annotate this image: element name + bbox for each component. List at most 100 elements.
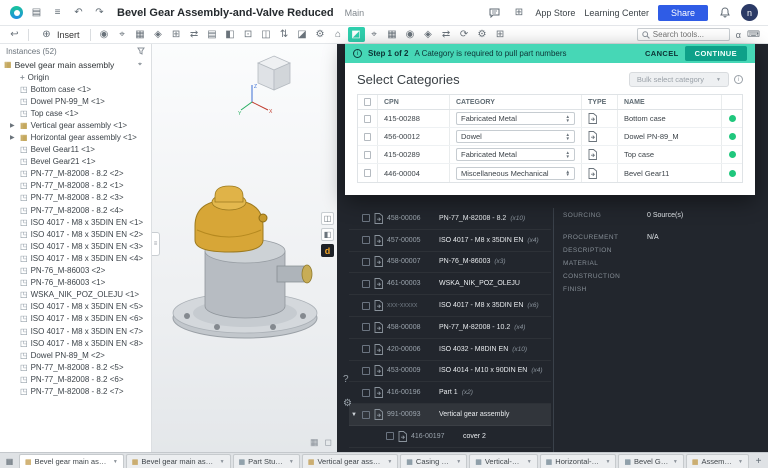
row-checkbox[interactable] — [362, 214, 370, 222]
bom-row[interactable]: ▼ 991-00093 Vertical gear assembly — [349, 404, 551, 426]
instance-tree-item[interactable]: ▶ Top case <1> — [0, 107, 151, 119]
instance-tree-item[interactable]: ▶ ISO 4017 - M8 x 35DIN EN <8> — [0, 337, 151, 349]
learning-center-link[interactable]: Learning Center — [584, 8, 649, 18]
apps-grid-icon[interactable]: ⊞ — [511, 5, 526, 20]
explode-icon[interactable]: ◧ — [222, 27, 239, 42]
bulk-select-dropdown[interactable]: Bulk select category ▼ — [629, 72, 729, 87]
instance-tree-item[interactable]: ▶ ISO 4017 - M8 x 35DIN EN <6> — [0, 313, 151, 325]
instance-tree-item[interactable]: ▶ Horizontal gear assembly <1> — [0, 131, 151, 143]
bom-icon[interactable]: ◫ — [258, 27, 275, 42]
view-grid-icon[interactable]: ▦ — [310, 437, 319, 448]
document-tab[interactable]: ▦ Bevel gear main assem... ▼ — [126, 454, 231, 468]
exploded-view-icon[interactable]: ⇄ — [438, 27, 455, 42]
share-button[interactable]: Share — [658, 5, 708, 21]
row-checkbox[interactable] — [362, 302, 370, 310]
category-select[interactable]: Fabricated Metal ▲▼ — [456, 112, 575, 125]
tab-menu-caret-icon[interactable]: ▼ — [456, 459, 461, 465]
named-views-icon[interactable]: ⌖ — [366, 27, 383, 42]
instance-tree-item[interactable]: ▶ PN-76_M-86003 <2> — [0, 265, 151, 277]
duro-extension-tool-icon[interactable]: ◩ — [348, 27, 365, 42]
assembly-3d-model[interactable] — [157, 166, 332, 351]
share-view-icon[interactable]: ⊞ — [492, 27, 509, 42]
document-tab[interactable]: ▦ Bevel gear main assem... ▼ — [19, 454, 124, 468]
bom-row[interactable]: ▼ 458-00006 PN-77_M-82008 - 8.2 (x10) — [349, 208, 551, 230]
row-checkbox[interactable] — [362, 258, 370, 266]
section-view-icon[interactable]: ◪ — [294, 27, 311, 42]
bom-row[interactable]: ▼ 416-00197 cover 2 — [349, 426, 551, 448]
linked-document-icon[interactable] — [588, 131, 597, 142]
instance-tree-item[interactable]: ▶ ISO 4017 - M8 x 35DIN EN <5> — [0, 301, 151, 313]
perspective-icon[interactable]: ◻ — [325, 437, 332, 448]
tab-menu-caret-icon[interactable]: ▼ — [220, 459, 225, 465]
tab-menu-caret-icon[interactable]: ▼ — [527, 459, 532, 465]
bom-row[interactable]: ▼ 453-00009 ISO 4014 - M10 x 90DIN EN (x… — [349, 361, 551, 383]
duro-extension-badge[interactable]: d — [321, 244, 334, 257]
row-checkbox[interactable] — [362, 389, 370, 397]
category-select[interactable]: Miscellaneous Mechanical ▲▼ — [456, 167, 575, 180]
isolate-icon[interactable]: ◈ — [420, 27, 437, 42]
document-tab[interactable]: ▦ Casing Parts ▼ — [400, 454, 467, 468]
bom-row[interactable]: ▼ 416-00196 Part 1 (x2) — [349, 382, 551, 404]
document-tab[interactable]: ▦ Part Studio 1 ▼ — [233, 454, 300, 468]
instance-tree-item[interactable]: ▶ Dowel PN-89_M <2> — [0, 349, 151, 361]
expand-chevron-icon[interactable]: ▶ — [10, 122, 17, 129]
row-checkbox[interactable] — [362, 236, 370, 244]
keyboard-shortcuts-icon[interactable]: ⌨ — [747, 29, 760, 40]
instance-tree-item[interactable]: ▶ ISO 4017 - M8 x 35DIN EN <4> — [0, 252, 151, 264]
instance-tree-item[interactable]: ▶ PN-77_M-82008 - 8.2 <5> — [0, 361, 151, 373]
panel-drag-handle[interactable]: ≡ — [152, 232, 160, 256]
tab-menu-caret-icon[interactable]: ▼ — [673, 459, 678, 465]
menu-icon[interactable]: ≡ — [50, 5, 65, 20]
instance-tree-item[interactable]: ▶ ISO 4017 - M8 x 35DIN EN <1> — [0, 216, 151, 228]
instance-tree-item[interactable]: ▶ PN-77_M-82008 - 8.2 <1> — [0, 180, 151, 192]
row-checkbox[interactable] — [362, 367, 370, 375]
section-tool-icon[interactable]: ◧ — [321, 228, 334, 241]
pattern-icon[interactable]: ▤ — [204, 27, 221, 42]
back-icon[interactable]: ↩ — [6, 27, 23, 42]
tab-menu-caret-icon[interactable]: ▼ — [113, 459, 118, 465]
fastened-mate-icon[interactable]: ⌖ — [114, 27, 131, 42]
measure-icon[interactable]: ⇅ — [276, 27, 293, 42]
cancel-button[interactable]: CANCEL — [645, 49, 679, 58]
alpha-shortcuts-icon[interactable]: α — [736, 30, 741, 40]
instance-tree-item[interactable]: ▶ Dowel PN-99_M <1> — [0, 95, 151, 107]
category-select[interactable]: Fabricated Metal ▲▼ — [456, 148, 575, 161]
row-checkbox[interactable] — [362, 280, 370, 288]
instance-tree-item[interactable]: ▶ PN-76_M-86003 <1> — [0, 277, 151, 289]
document-tab[interactable]: ▦ Bevel Gears ▼ — [618, 454, 683, 468]
instance-tree-item[interactable]: ▶ Bevel Gear11 <1> — [0, 144, 151, 156]
linked-document-icon[interactable] — [588, 113, 597, 124]
instance-tree-item[interactable]: ▶ ISO 4017 - M8 x 35DIN EN <3> — [0, 240, 151, 252]
isolate-view-icon[interactable]: ◫ — [321, 212, 334, 225]
insert-button[interactable]: ⊕Insert — [34, 27, 85, 42]
linked-document-icon[interactable] — [588, 149, 597, 160]
instance-tree-item[interactable]: ▶ Bevel Gear21 <1> — [0, 156, 151, 168]
bom-row[interactable]: ▼ 420-00006 ISO 4032 - M8DIN EN (x10) — [349, 339, 551, 361]
tab-menu-caret-icon[interactable]: ▼ — [738, 459, 743, 465]
instance-tree-item[interactable]: ▶ Bottom case <1> — [0, 83, 151, 95]
search-tools-input[interactable] — [653, 30, 725, 39]
row-checkbox[interactable] — [362, 411, 370, 419]
instance-tree-item[interactable]: ▶ WSKA_NIK_POZ_OLEJU <1> — [0, 289, 151, 301]
row-expand-caret-icon[interactable]: ▼ — [351, 412, 358, 418]
replicate-icon[interactable]: ⇄ — [186, 27, 203, 42]
documents-icon[interactable]: ▤ — [29, 5, 44, 20]
animate-icon[interactable]: ⟳ — [456, 27, 473, 42]
help-icon[interactable]: ? — [343, 374, 349, 385]
row-checkbox[interactable] — [362, 345, 370, 353]
view-cube-icon[interactable]: ⌂ — [330, 27, 347, 42]
bom-row[interactable]: ▼ 458-00007 PN-76_M-86003 (x3) — [349, 252, 551, 274]
tab-menu-caret-icon[interactable]: ▼ — [387, 459, 392, 465]
instance-tree-item[interactable]: ▶ ISO 4017 - M8 x 35DIN EN <7> — [0, 325, 151, 337]
user-avatar[interactable]: n — [741, 4, 758, 21]
bom-row[interactable]: ▼ 457-00005 ISO 4017 - M8 x 35DIN EN (x4… — [349, 230, 551, 252]
instance-tree-item[interactable]: ▶ PN-77_M-82008 - 8.2 <6> — [0, 373, 151, 385]
instance-tree-item[interactable]: ▶ PN-77_M-82008 - 8.2 <2> — [0, 168, 151, 180]
document-tab[interactable]: ▦ Assembly 1 ▼ — [686, 454, 749, 468]
redo-icon[interactable]: ↷ — [92, 5, 107, 20]
comment-icon[interactable] — [487, 5, 502, 20]
instance-tree-item[interactable]: ▶ Vertical gear assembly <1> — [0, 119, 151, 131]
bom-row[interactable]: ▼ xxx-xxxxx ISO 4017 - M8 x 35DIN EN (x6… — [349, 295, 551, 317]
assembly-state-icon[interactable]: ⌖ — [135, 60, 145, 70]
snapshot-icon[interactable]: ⊡ — [240, 27, 257, 42]
